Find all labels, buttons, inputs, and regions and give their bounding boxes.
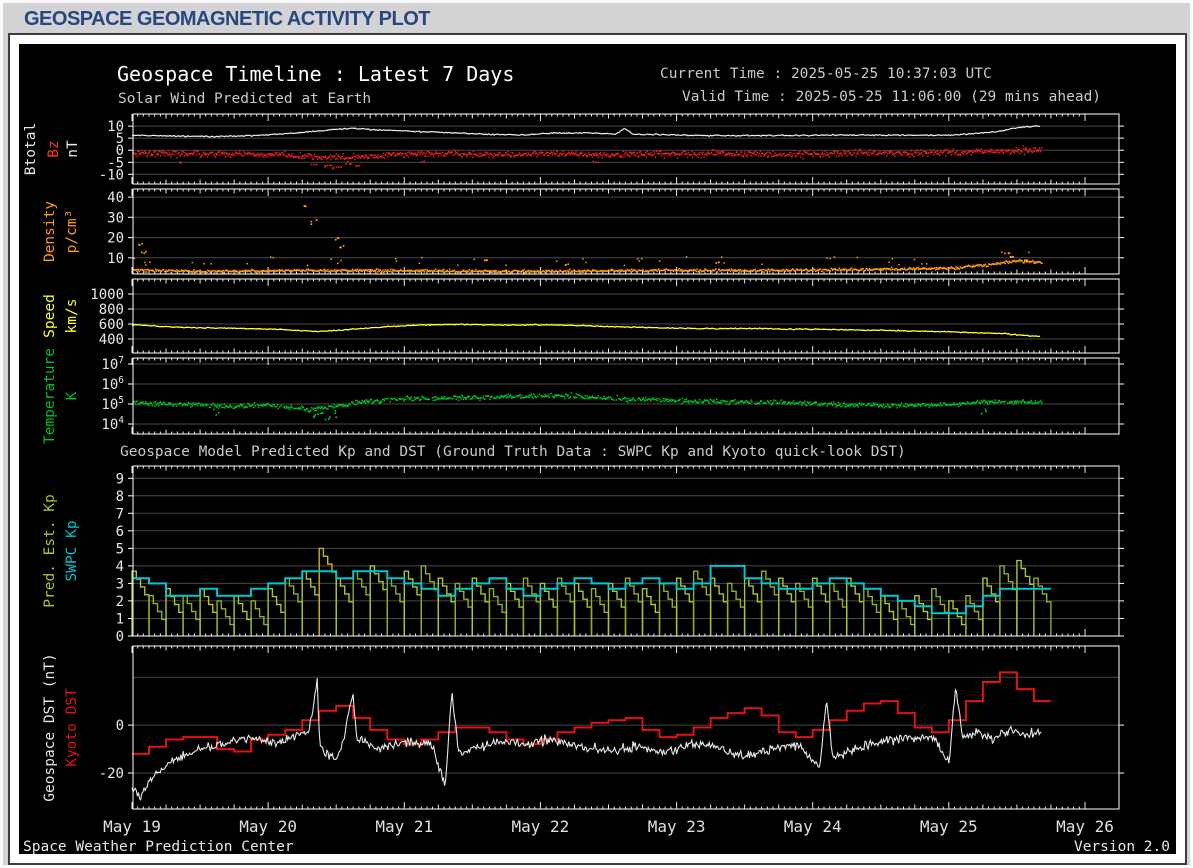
svg-text:nT: nT: [65, 140, 81, 158]
plot-canvas: 1050-5-10BtotalBznT40302010Densityp/cm³1…: [19, 44, 1176, 854]
page-title: GEOSPACE GEOMAGNETIC ACTIVITY PLOT: [24, 8, 430, 31]
footer-source-label: Space Weather Prediction Center: [23, 839, 294, 855]
svg-text:May 25: May 25: [920, 817, 978, 836]
svg-text:0: 0: [116, 629, 124, 645]
svg-text:-10: -10: [99, 167, 124, 183]
svg-text:8: 8: [116, 489, 124, 505]
svg-text:2: 2: [116, 594, 124, 610]
svg-text:May 24: May 24: [784, 817, 842, 836]
svg-text:3: 3: [116, 576, 124, 592]
svg-text:20: 20: [107, 231, 124, 247]
plot-frame: 1050-5-10BtotalBznT40302010Densityp/cm³1…: [8, 33, 1187, 865]
footer-version-label: Version 2.0: [1074, 839, 1170, 855]
svg-text:7: 7: [116, 506, 124, 522]
svg-text:Btotal: Btotal: [23, 123, 39, 175]
svg-text:106: 106: [101, 375, 124, 393]
svg-text:May 19: May 19: [103, 817, 161, 836]
kp-dst-section-title: Geospace Model Predicted Kp and DST (Gro…: [120, 444, 906, 460]
svg-text:5: 5: [116, 541, 124, 557]
svg-text:4: 4: [116, 559, 124, 575]
svg-text:May 22: May 22: [512, 817, 570, 836]
svg-text:10: 10: [107, 251, 124, 267]
svg-text:SWPC Kp: SWPC Kp: [64, 520, 80, 581]
svg-text:Density: Density: [42, 201, 58, 262]
svg-text:-20: -20: [99, 766, 124, 782]
valid-time-label: Valid Time : 2025-05-25 11:06:00 (29 min…: [682, 89, 1101, 105]
svg-text:0: 0: [116, 718, 124, 734]
svg-text:104: 104: [101, 415, 124, 433]
svg-text:800: 800: [99, 302, 124, 318]
svg-text:p/cm³: p/cm³: [64, 210, 80, 254]
svg-text:Temperature: Temperature: [42, 348, 58, 444]
svg-text:km/s: km/s: [64, 299, 80, 334]
svg-text:400: 400: [99, 332, 124, 348]
current-time-label: Current Time : 2025-05-25 10:37:03 UTC: [660, 66, 992, 82]
plot-title: Geospace Timeline : Latest 7 Days: [117, 62, 514, 86]
svg-text:May 21: May 21: [375, 817, 433, 836]
svg-text:Speed: Speed: [42, 294, 58, 338]
svg-text:Geospace DST (nT): Geospace DST (nT): [42, 653, 58, 801]
svg-text:30: 30: [107, 210, 124, 226]
svg-text:May 20: May 20: [239, 817, 297, 836]
svg-text:107: 107: [101, 355, 124, 373]
svg-text:Kyoto DST: Kyoto DST: [64, 688, 80, 767]
svg-text:600: 600: [99, 317, 124, 333]
svg-text:1000: 1000: [90, 287, 124, 303]
page-background: GEOSPACE GEOMAGNETIC ACTIVITY PLOT 1050-…: [0, 0, 1193, 868]
svg-text:K: K: [64, 391, 80, 400]
svg-text:1: 1: [116, 612, 124, 628]
svg-text:Pred. Est. Kp: Pred. Est. Kp: [42, 494, 58, 608]
plot-subtitle: Solar Wind Predicted at Earth: [118, 91, 371, 107]
svg-text:9: 9: [116, 471, 124, 487]
svg-text:6: 6: [116, 524, 124, 540]
svg-text:May 23: May 23: [648, 817, 706, 836]
svg-text:May 26: May 26: [1056, 817, 1114, 836]
svg-text:Bz: Bz: [46, 140, 62, 157]
svg-text:40: 40: [107, 190, 124, 206]
svg-text:105: 105: [101, 395, 124, 413]
